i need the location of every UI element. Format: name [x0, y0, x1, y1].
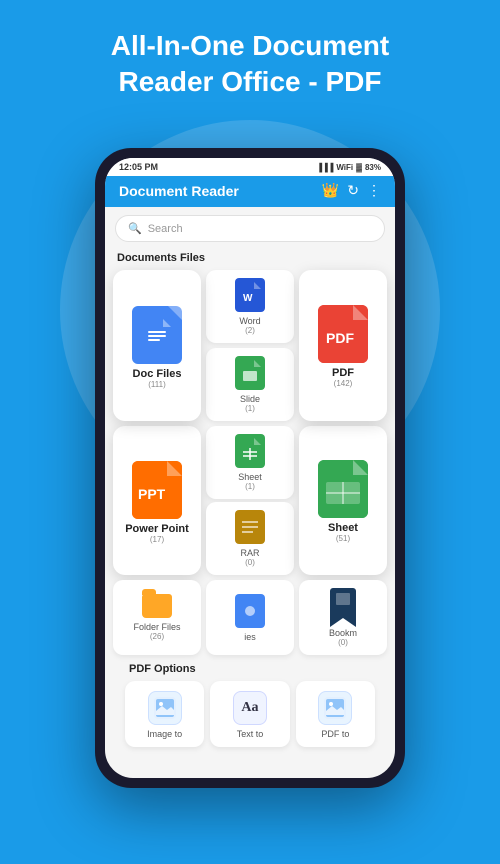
app-header-title: Document Reader	[119, 183, 239, 199]
search-icon: 🔍	[128, 222, 142, 235]
rar-count: (0)	[245, 558, 255, 567]
slide-label: Slide	[240, 394, 260, 404]
slide-count: (1)	[245, 404, 255, 413]
image-to-label: Image to	[147, 729, 182, 739]
sheet-small-label: Sheet	[238, 472, 262, 482]
sheet-large-count: (51)	[336, 534, 350, 543]
text-to-label: Text to	[237, 729, 264, 739]
sheet-small-card[interactable]: Sheet (1)	[206, 426, 294, 499]
doc-files-card[interactable]: Doc Files (111)	[113, 270, 201, 421]
rar-card[interactable]: RAR (0)	[206, 502, 294, 575]
sheet-large-label: Sheet	[328, 522, 358, 534]
signal-icon: ▐▐▐	[316, 163, 333, 172]
bookmark-card[interactable]: Bookm (0)	[299, 580, 387, 655]
word-icon: W	[235, 278, 265, 312]
word-count: (2)	[245, 326, 255, 335]
bookmark-label: Bookm	[329, 628, 357, 638]
time: 12:05 PM	[119, 162, 158, 172]
sheet-small-icon	[235, 434, 265, 468]
pdf-count: (142)	[334, 379, 353, 388]
text-to-icon: Aa	[233, 691, 267, 725]
slide-card[interactable]: Slide (1)	[206, 348, 294, 421]
phone-mockup: 12:05 PM ▐▐▐ WiFi ▓ 83% Document Reader …	[90, 148, 410, 808]
image-to-card[interactable]: Image to	[125, 681, 204, 747]
pdf-label: PDF	[332, 367, 354, 379]
pdf-card[interactable]: PDF PDF (142)	[299, 270, 387, 421]
doc-files-icon	[132, 306, 182, 364]
doc-files-label: Doc Files	[133, 368, 182, 380]
svg-text:PPT: PPT	[138, 486, 166, 502]
folder-files-label: Folder Files	[133, 622, 180, 632]
pdf-options-title: PDF Options	[117, 661, 383, 681]
sheet-large-card[interactable]: Sheet (51)	[299, 426, 387, 575]
app-header: Document Reader 👑 ↻ ⋮	[105, 176, 395, 207]
text-to-card[interactable]: Aa Text to	[210, 681, 289, 747]
search-placeholder: Search	[148, 223, 183, 235]
status-bar: 12:05 PM ▐▐▐ WiFi ▓ 83%	[105, 158, 395, 176]
image-to-icon	[148, 691, 182, 725]
folder-files-count: (26)	[150, 632, 164, 641]
phone-screen: 12:05 PM ▐▐▐ WiFi ▓ 83% Document Reader …	[105, 158, 395, 778]
search-bar[interactable]: 🔍 Search	[115, 215, 385, 242]
folder-icon	[142, 594, 172, 618]
app-title: All-In-One DocumentReader Office - PDF	[0, 0, 500, 121]
bookmark-icon	[330, 588, 356, 624]
pdf-to-card[interactable]: PDF to	[296, 681, 375, 747]
powerpoint-count: (17)	[150, 535, 164, 544]
sheet-small-count: (1)	[245, 482, 255, 491]
documents-section-title: Documents Files	[105, 250, 395, 270]
svg-text:PDF: PDF	[326, 330, 354, 346]
wifi-icon: WiFi	[336, 163, 353, 172]
ies-card[interactable]: ies	[206, 580, 294, 655]
folder-files-card[interactable]: Folder Files (26)	[113, 580, 201, 655]
phone-frame: 12:05 PM ▐▐▐ WiFi ▓ 83% Document Reader …	[95, 148, 405, 788]
powerpoint-icon: PPT	[132, 461, 182, 519]
pdf-options-grid: Image to Aa Text to	[117, 681, 383, 747]
word-card[interactable]: W Word (2)	[206, 270, 294, 343]
ies-icon	[235, 594, 265, 628]
bookmark-count: (0)	[338, 638, 348, 647]
pdf-to-label: PDF to	[321, 729, 349, 739]
rar-icon	[235, 510, 265, 544]
sheet-large-icon	[318, 460, 368, 518]
battery-icon: ▓	[356, 163, 362, 172]
doc-files-count: (111)	[148, 380, 166, 389]
rar-label: RAR	[240, 548, 259, 558]
word-label: Word	[239, 316, 260, 326]
powerpoint-label: Power Point	[125, 523, 189, 535]
ies-label: ies	[244, 632, 256, 642]
powerpoint-card[interactable]: PPT Power Point (17)	[113, 426, 201, 575]
header-icons: 👑 ↻ ⋮	[322, 182, 381, 199]
pdf-to-icon	[318, 691, 352, 725]
svg-text:W: W	[243, 293, 253, 304]
refresh-icon[interactable]: ↻	[347, 182, 359, 199]
slide-icon	[235, 356, 265, 390]
battery-percent: 83%	[365, 163, 381, 172]
status-icons: ▐▐▐ WiFi ▓ 83%	[316, 163, 381, 172]
pdf-icon: PDF	[318, 305, 368, 363]
pdf-options-section: PDF Options Image to	[105, 655, 395, 751]
crown-icon[interactable]: 👑	[322, 182, 339, 199]
more-icon[interactable]: ⋮	[367, 182, 381, 199]
